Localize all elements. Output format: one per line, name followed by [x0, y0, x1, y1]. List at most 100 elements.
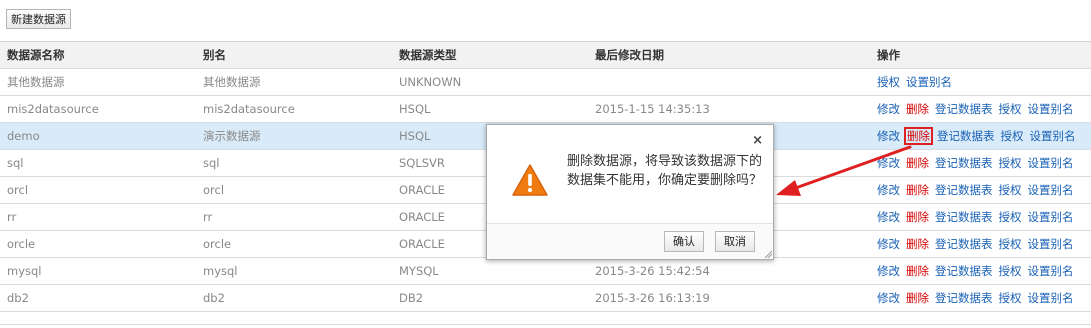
table-row[interactable]: db2 db2 DB2 2015-3-26 16:13:19 修改 删除 登记数据表…: [0, 285, 1091, 312]
cell-modified: 2015-3-26 15:42:54: [595, 264, 710, 278]
cell-type: DB2: [399, 291, 424, 305]
header-modified[interactable]: 最后修改日期: [595, 42, 664, 68]
row-actions: 修改 删除 登记数据表 授权 设置别名: [877, 285, 1080, 311]
warning-icon: [512, 164, 548, 196]
cell-name: orcl: [7, 183, 29, 197]
cell-name: db2: [7, 291, 29, 305]
cell-name: orcle: [7, 237, 36, 251]
close-icon[interactable]: ×: [752, 133, 763, 148]
register-table-link[interactable]: 登记数据表: [935, 237, 993, 251]
delete-confirm-dialog: × 删除数据源，将导致该数据源下的数据集不能用，你确定要删除吗？ 确认 取消: [486, 124, 774, 260]
set-alias-link[interactable]: 设置别名: [1028, 183, 1074, 197]
dialog-message: 删除数据源，将导致该数据源下的数据集不能用，你确定要删除吗？: [567, 154, 763, 188]
authorize-link[interactable]: 授权: [999, 210, 1022, 224]
authorize-link[interactable]: 授权: [999, 237, 1022, 251]
row-actions: 修改 删除 登记数据表 授权 设置别名: [877, 123, 1082, 149]
register-table-link[interactable]: 登记数据表: [935, 183, 993, 197]
set-alias-link[interactable]: 设置别名: [1028, 237, 1074, 251]
cell-name: sql: [7, 156, 24, 170]
cell-type: SQLSVR: [399, 156, 445, 170]
header-type[interactable]: 数据源类型: [399, 42, 457, 68]
delete-link[interactable]: 删除: [906, 264, 929, 278]
cell-name: rr: [7, 210, 17, 224]
row-actions: 授权 设置别名: [877, 69, 958, 95]
cell-alias: sql: [203, 156, 220, 170]
set-alias-link[interactable]: 设置别名: [906, 75, 952, 89]
delete-link[interactable]: 删除: [906, 102, 929, 116]
cell-name: demo: [7, 129, 40, 143]
cell-modified: 2015-3-26 16:13:19: [595, 291, 710, 305]
register-table-link[interactable]: 登记数据表: [935, 156, 993, 170]
cell-alias: db2: [203, 291, 225, 305]
edit-link[interactable]: 修改: [877, 264, 900, 278]
cell-type: ORACLE: [399, 210, 445, 224]
table-bottom-border: [0, 324, 1091, 325]
row-actions: 修改 删除 登记数据表 授权 设置别名: [877, 150, 1080, 176]
dialog-button-bar: 确认 取消: [487, 223, 773, 259]
set-alias-link[interactable]: 设置别名: [1028, 264, 1074, 278]
delete-link[interactable]: 删除: [906, 210, 929, 224]
cell-alias: orcl: [203, 183, 225, 197]
authorize-link[interactable]: 授权: [999, 183, 1022, 197]
authorize-link[interactable]: 授权: [999, 102, 1022, 116]
register-table-link[interactable]: 登记数据表: [935, 102, 993, 116]
cell-type: UNKNOWN: [399, 75, 462, 89]
set-alias-link[interactable]: 设置别名: [1028, 210, 1074, 224]
header-alias[interactable]: 别名: [203, 42, 226, 68]
cell-alias: rr: [203, 210, 213, 224]
cell-alias: 其他数据源: [203, 75, 261, 89]
delete-link[interactable]: 删除: [906, 237, 929, 251]
row-actions: 修改 删除 登记数据表 授权 设置别名: [877, 177, 1080, 203]
delete-link[interactable]: 删除: [906, 291, 929, 305]
set-alias-link[interactable]: 设置别名: [1028, 102, 1074, 116]
row-actions: 修改 删除 登记数据表 授权 设置别名: [877, 231, 1080, 257]
table-row[interactable]: mysql mysql MYSQL 2015-3-26 15:42:54 修改删…: [0, 258, 1091, 285]
set-alias-link[interactable]: 设置别名: [1030, 129, 1076, 143]
cell-alias: orcle: [203, 237, 232, 251]
cancel-button[interactable]: 取消: [715, 231, 755, 252]
register-table-link[interactable]: 登记数据表: [935, 264, 993, 278]
register-table-link[interactable]: 登记数据表: [935, 291, 993, 305]
edit-link[interactable]: 修改: [877, 129, 900, 143]
cell-type: ORACLE: [399, 237, 445, 251]
edit-link[interactable]: 修改: [877, 183, 900, 197]
set-alias-link[interactable]: 设置别名: [1028, 156, 1074, 170]
cell-type: ORACLE: [399, 183, 445, 197]
resize-grip-icon[interactable]: [763, 249, 772, 258]
table-row[interactable]: mis2datasource mis2datasource HSQL 2015-…: [0, 96, 1091, 123]
cell-type: HSQL: [399, 102, 431, 116]
cell-type: HSQL: [399, 129, 431, 143]
authorize-link[interactable]: 授权: [877, 75, 900, 89]
edit-link[interactable]: 修改: [877, 237, 900, 251]
set-alias-link[interactable]: 设置别名: [1028, 291, 1074, 305]
header-ops: 操作: [877, 48, 900, 62]
authorize-link[interactable]: 授权: [999, 291, 1022, 305]
cell-name: 其他数据源: [7, 75, 65, 89]
new-datasource-button[interactable]: 新建数据源: [6, 9, 71, 29]
delete-link[interactable]: 删除: [906, 156, 929, 170]
edit-link[interactable]: 修改: [877, 210, 900, 224]
edit-link[interactable]: 修改: [877, 156, 900, 170]
row-actions: 修改 删除 登记数据表 授权 设置别名: [877, 204, 1080, 230]
authorize-link[interactable]: 授权: [1001, 129, 1024, 143]
delete-link[interactable]: 删除: [906, 183, 929, 197]
edit-link[interactable]: 修改: [877, 102, 900, 116]
edit-link[interactable]: 修改: [877, 291, 900, 305]
table-row[interactable]: 其他数据源 其他数据源 UNKNOWN 授权 设置别名: [0, 69, 1091, 96]
cell-alias: 演示数据源: [203, 129, 261, 143]
delete-link-highlighted[interactable]: 删除: [904, 127, 933, 145]
cell-modified: 2015-1-15 14:35:13: [595, 102, 710, 116]
table-header: 数据源名称 别名 数据源类型 最后修改日期 操作: [0, 42, 1091, 69]
cell-alias: mis2datasource: [203, 102, 295, 116]
register-table-link[interactable]: 登记数据表: [937, 129, 995, 143]
authorize-link[interactable]: 授权: [999, 264, 1022, 278]
row-actions: 修改 删除 登记数据表 授权 设置别名: [877, 96, 1080, 122]
authorize-link[interactable]: 授权: [999, 156, 1022, 170]
register-table-link[interactable]: 登记数据表: [935, 210, 993, 224]
confirm-button[interactable]: 确认: [664, 231, 704, 252]
cell-name: mysql: [7, 264, 42, 278]
cell-type: MYSQL: [399, 264, 439, 278]
cell-name: mis2datasource: [7, 102, 99, 116]
header-name[interactable]: 数据源名称: [7, 42, 65, 68]
cell-alias: mysql: [203, 264, 238, 278]
